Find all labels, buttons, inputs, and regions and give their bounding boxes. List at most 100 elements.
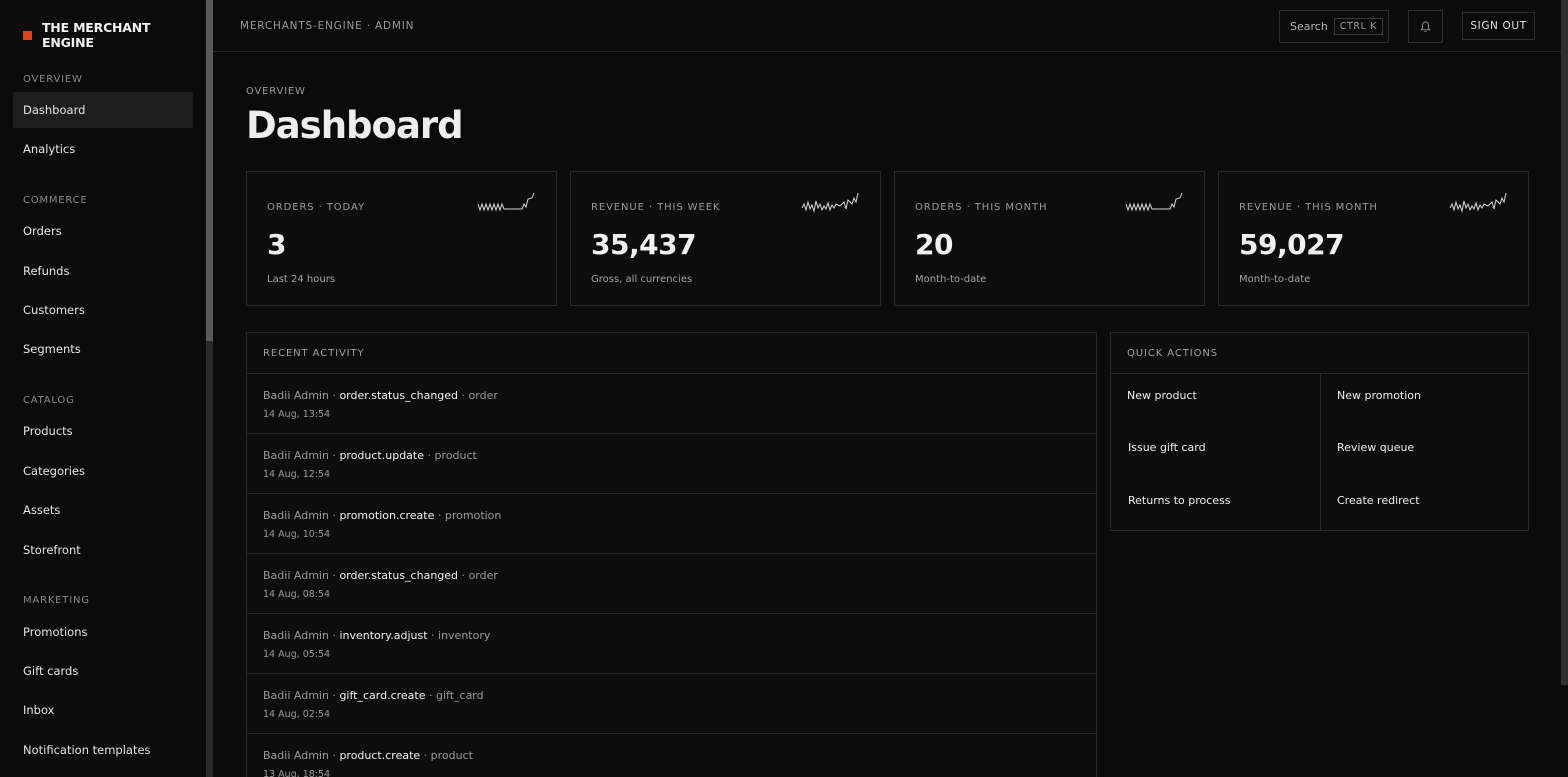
activity-timestamp: 14 Aug, 13:54 (263, 409, 331, 420)
sidebar-scrollbar-thumb[interactable] (206, 0, 213, 341)
stat-card-orders-month: ORDERS · THIS MONTH 20 Month-to-date (894, 171, 1205, 306)
activity-timestamp: 14 Aug, 10:54 (263, 529, 331, 540)
stat-subtext: Month-to-date (915, 274, 987, 285)
sidebar-item-refunds[interactable]: Refunds (13, 253, 193, 289)
stat-subtext: Gross, all currencies (591, 274, 693, 285)
nav-section-overview: OVERVIEW (23, 74, 83, 85)
quick-actions-title: QUICK ACTIONS (1111, 333, 1528, 374)
sidebar-item-storefront[interactable]: Storefront (13, 532, 193, 568)
activity-entity: product (430, 749, 473, 762)
activity-timestamp: 14 Aug, 05:54 (263, 649, 331, 660)
brand-name: THE MERCHANT ENGINE (41, 20, 151, 50)
activity-entity: order (468, 569, 498, 582)
activity-event: promotion.create (339, 509, 435, 522)
activity-event: product.create (339, 749, 421, 762)
breadcrumb: MERCHANTS-ENGINE · ADMIN (240, 20, 415, 32)
notifications-button[interactable] (1408, 10, 1443, 43)
brand-logo-mark (23, 30, 32, 40)
stat-card-revenue-week: REVENUE · THIS WEEK 35,437 Gross, all cu… (570, 171, 881, 306)
stat-card-orders-today: ORDERS · TODAY 3 Last 24 hours (246, 171, 557, 306)
brand[interactable]: THE MERCHANT ENGINE (23, 20, 206, 50)
activity-summary: Badii Admin · gift_card.create · gift_ca… (263, 689, 484, 702)
sidebar-item-gift-cards[interactable]: Gift cards (13, 653, 193, 689)
page-title: Dashboard (246, 104, 464, 147)
activity-summary: Badii Admin · product.update · product (263, 449, 477, 462)
stat-label: ORDERS · THIS MONTH (915, 202, 1048, 213)
topbar: MERCHANTS-ENGINE · ADMIN Search CTRL K S… (213, 0, 1568, 52)
stat-value: 20 (915, 228, 953, 261)
quick-action-new-promotion[interactable]: New promotion (1337, 389, 1421, 402)
activity-summary: Badii Admin · inventory.adjust · invento… (263, 629, 491, 642)
activity-entity: gift_card (435, 689, 484, 702)
activity-timestamp: 14 Aug, 12:54 (263, 469, 331, 480)
activity-event: order.status_changed (339, 389, 459, 402)
stat-card-revenue-month: REVENUE · THIS MONTH 59,027 Month-to-dat… (1218, 171, 1529, 306)
sidebar-item-products[interactable]: Products (13, 413, 193, 449)
sparkline-icon (1125, 192, 1183, 212)
activity-event: product.update (339, 449, 424, 462)
stat-subtext: Last 24 hours (267, 274, 336, 285)
sidebar-item-promotions[interactable]: Promotions (13, 614, 193, 650)
quick-action-issue-gift-card[interactable]: Issue gift card (1128, 441, 1206, 454)
sidebar-item-inbox[interactable]: Inbox (13, 692, 193, 728)
activity-row[interactable]: Badii Admin · order.status_changed · ord… (247, 374, 1096, 434)
sidebar-item-assets[interactable]: Assets (13, 492, 193, 528)
sidebar: THE MERCHANT ENGINE OVERVIEW Dashboard A… (0, 0, 206, 777)
quick-action-new-product[interactable]: New product (1127, 389, 1197, 402)
sparkline-icon (477, 192, 535, 212)
stat-value: 3 (267, 228, 286, 261)
sparkline-icon (1449, 192, 1507, 213)
activity-row[interactable]: Badii Admin · order.status_changed · ord… (247, 554, 1096, 614)
activity-summary: Badii Admin · order.status_changed · ord… (263, 389, 498, 402)
activity-entity: promotion (444, 509, 502, 522)
activity-row[interactable]: Badii Admin · inventory.adjust · invento… (247, 614, 1096, 674)
bell-icon (1420, 21, 1431, 32)
activity-row[interactable]: Badii Admin · promotion.create · promoti… (247, 494, 1096, 554)
quick-actions-panel: QUICK ACTIONS New product New promotion … (1110, 332, 1529, 531)
quick-action-returns-to-process[interactable]: Returns to process (1128, 494, 1231, 507)
quick-actions-divider (1320, 374, 1321, 531)
quick-action-create-redirect[interactable]: Create redirect (1337, 494, 1420, 507)
activity-event: inventory.adjust (339, 629, 428, 642)
recent-activity-panel: RECENT ACTIVITY Badii Admin · order.stat… (246, 332, 1097, 777)
activity-actor: Badii Admin (263, 629, 329, 642)
sidebar-item-customers[interactable]: Customers (13, 292, 193, 328)
sidebar-item-notification-templates[interactable]: Notification templates (13, 732, 193, 768)
sidebar-item-segments[interactable]: Segments (13, 331, 193, 367)
recent-activity-title: RECENT ACTIVITY (247, 333, 1096, 374)
search-button[interactable]: Search CTRL K (1279, 10, 1389, 43)
activity-actor: Badii Admin (263, 509, 329, 522)
activity-actor: Badii Admin (263, 749, 329, 762)
activity-actor: Badii Admin (263, 449, 329, 462)
activity-summary: Badii Admin · promotion.create · promoti… (263, 509, 502, 522)
stat-label: REVENUE · THIS MONTH (1239, 202, 1378, 213)
sidebar-item-categories[interactable]: Categories (13, 453, 193, 489)
activity-row[interactable]: Badii Admin · product.create · product 1… (247, 734, 1096, 777)
app-root: THE MERCHANT ENGINE OVERVIEW Dashboard A… (0, 0, 1568, 777)
activity-entity: order (468, 389, 498, 402)
stat-subtext: Month-to-date (1239, 274, 1311, 285)
quick-action-review-queue[interactable]: Review queue (1337, 441, 1414, 454)
sidebar-item-analytics[interactable]: Analytics (13, 131, 193, 167)
activity-summary: Badii Admin · order.status_changed · ord… (263, 569, 498, 582)
activity-event: gift_card.create (339, 689, 426, 702)
page-scrollbar[interactable] (1561, 0, 1568, 685)
activity-summary: Badii Admin · product.create · product (263, 749, 473, 762)
activity-timestamp: 14 Aug, 02:54 (263, 709, 331, 720)
nav-section-commerce: COMMERCE (23, 195, 88, 206)
activity-row[interactable]: Badii Admin · gift_card.create · gift_ca… (247, 674, 1096, 734)
sidebar-item-orders[interactable]: Orders (13, 213, 193, 249)
sign-out-button[interactable]: SIGN OUT (1462, 12, 1535, 40)
sparkline-icon (801, 192, 859, 213)
quick-actions-grid: New product New promotion Issue gift car… (1111, 374, 1529, 531)
activity-actor: Badii Admin (263, 569, 329, 582)
activity-entity: product (434, 449, 477, 462)
sidebar-item-dashboard[interactable]: Dashboard (13, 92, 193, 128)
stat-label: REVENUE · THIS WEEK (591, 202, 721, 213)
activity-event: order.status_changed (339, 569, 459, 582)
activity-actor: Badii Admin (263, 689, 329, 702)
activity-row[interactable]: Badii Admin · product.update · product 1… (247, 434, 1096, 494)
stat-value: 59,027 (1239, 228, 1345, 261)
page-eyebrow: OVERVIEW (246, 86, 306, 97)
activity-timestamp: 14 Aug, 08:54 (263, 589, 331, 600)
